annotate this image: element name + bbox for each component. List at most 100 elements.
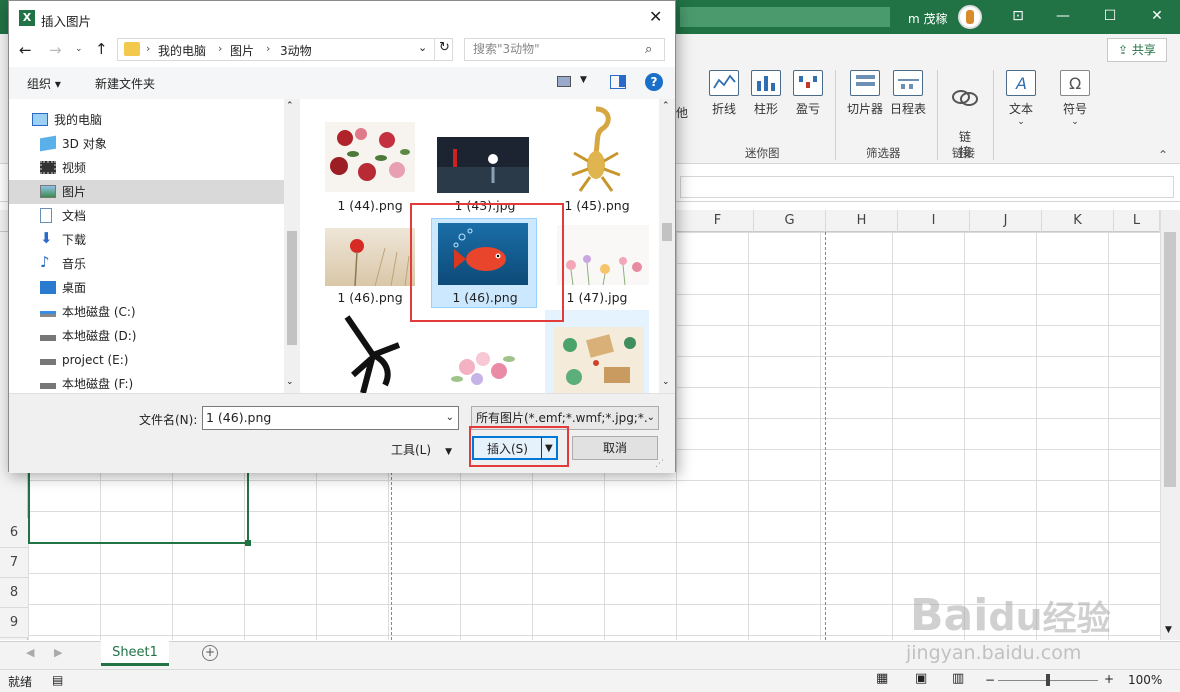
row-header-7[interactable]: 7 (0, 548, 28, 578)
tab-next-icon[interactable]: ▶ (54, 646, 62, 659)
file-name[interactable]: 1 (44).png (315, 198, 425, 213)
tree-item-3d-objects[interactable]: 3D 对象 (34, 132, 294, 156)
up-icon[interactable]: ↑ (95, 40, 108, 58)
collapse-ribbon-icon[interactable]: ⌃ (1158, 148, 1168, 162)
excel-search-box[interactable] (680, 7, 890, 27)
file-thumb-swordfish[interactable] (333, 315, 405, 393)
tree-item-drive-e[interactable]: project (E:) (34, 348, 294, 372)
breadcrumb-item[interactable]: 我的电脑 (158, 42, 206, 59)
sparkline-column-button[interactable]: 柱形 (744, 70, 788, 117)
tree-item-downloads[interactable]: ⬇ 下载 (34, 228, 294, 252)
scroll-down-icon[interactable]: ⌄ (286, 377, 294, 387)
files-scrollbar[interactable]: ⌃ ⌄ (659, 99, 675, 393)
recent-dropdown-icon[interactable]: ⌄ (75, 44, 83, 54)
address-bar[interactable]: › 我的电脑 › 图片 › 3动物 ⌄ ↻ (117, 38, 453, 61)
tree-item-desktop[interactable]: 桌面 (34, 276, 294, 300)
zoom-level[interactable]: 100% (1128, 673, 1162, 687)
tree-item-videos[interactable]: 视频 (34, 156, 294, 180)
zoom-slider[interactable] (998, 674, 1098, 686)
filetype-dropdown-icon[interactable]: ⌄ (646, 407, 655, 429)
filename-input[interactable]: 1 (46).png ⌄ (202, 406, 459, 430)
timeline-button[interactable]: 日程表 (886, 70, 930, 117)
selected-cell[interactable] (28, 468, 251, 546)
sparkline-column-label: 柱形 (753, 102, 778, 116)
ribbon-separator (937, 70, 938, 160)
tree-item-my-computer[interactable]: 我的电脑 (26, 108, 286, 132)
file-thumb-red-flower[interactable] (325, 228, 415, 286)
tree-item-drive-f[interactable]: 本地磁盘 (F:) (34, 372, 294, 393)
file-thumb-night-lake[interactable] (437, 137, 529, 193)
tree-item-drive-c[interactable]: 本地磁盘 (C:) (34, 300, 294, 324)
tree-item-documents[interactable]: 文档 (34, 204, 294, 228)
column-header-j[interactable]: J (970, 210, 1042, 232)
sparkline-line-button[interactable]: 折线 (702, 70, 746, 117)
tree-scrollbar[interactable]: ⌃ ⌄ (284, 99, 300, 393)
tree-item-drive-d[interactable]: 本地磁盘 (D:) (34, 324, 294, 348)
page-break-view-icon[interactable]: ▥ (952, 671, 964, 686)
breadcrumb-item[interactable]: 图片 (230, 42, 254, 59)
symbol-button[interactable]: Ω 符号 ⌄ (1053, 70, 1097, 127)
view-options-icon[interactable] (557, 76, 571, 87)
column-header-f[interactable]: F (682, 210, 754, 232)
scroll-thumb[interactable] (287, 231, 297, 345)
search-input[interactable]: 搜索"3动物" ⌕ (464, 38, 665, 61)
row-header-6[interactable]: 6 (0, 518, 28, 548)
preview-pane-icon[interactable] (610, 75, 626, 89)
column-header-h[interactable]: H (826, 210, 898, 232)
close-icon[interactable]: ✕ (1142, 8, 1172, 24)
file-thumb-pink-flowers[interactable] (437, 339, 527, 393)
dialog-close-icon[interactable]: ✕ (649, 7, 662, 26)
row-header-8[interactable]: 8 (0, 578, 28, 608)
maximize-icon[interactable]: ☐ (1095, 8, 1125, 24)
column-header-g[interactable]: G (754, 210, 826, 232)
help-icon[interactable]: ? (645, 73, 663, 91)
file-thumb-golden-scorpion[interactable] (566, 103, 626, 195)
breadcrumb-item[interactable]: 3动物 (280, 42, 312, 59)
tree-item-pictures[interactable]: 图片 (34, 180, 294, 204)
scroll-up-icon[interactable]: ⌃ (662, 101, 670, 111)
resize-grip-icon[interactable]: ⋰ (655, 459, 664, 469)
file-name[interactable]: 1 (46).png (315, 290, 425, 305)
zoom-out-icon[interactable]: − (985, 673, 995, 687)
scroll-down-icon[interactable]: ⌄ (662, 377, 670, 387)
scroll-down-icon[interactable]: ▼ (1165, 625, 1172, 635)
macro-record-icon[interactable]: ▤ (52, 673, 63, 687)
text-button[interactable]: A 文本 ⌄ (999, 70, 1043, 127)
new-folder-button[interactable]: 新建文件夹 (95, 75, 155, 92)
zoom-in-icon[interactable]: + (1104, 672, 1114, 686)
minimize-icon[interactable]: — (1048, 8, 1078, 24)
file-thumb-roses[interactable] (325, 122, 415, 192)
sparkline-winloss-button[interactable]: 盈亏 (786, 70, 830, 117)
scroll-up-icon[interactable]: ⌃ (286, 101, 294, 111)
filename-dropdown-icon[interactable]: ⌄ (446, 407, 454, 429)
avatar[interactable] (958, 5, 982, 29)
organize-button[interactable]: 组织 ▾ (27, 75, 61, 92)
slicer-button[interactable]: 切片器 (843, 70, 887, 117)
address-dropdown-icon[interactable]: ⌄ (418, 41, 427, 54)
page-layout-icon[interactable]: ▣ (915, 671, 927, 686)
vertical-scrollbar[interactable]: ▼ (1160, 210, 1180, 640)
view-dropdown-icon[interactable]: ▼ (580, 75, 587, 85)
row-header-9[interactable]: 9 (0, 608, 28, 638)
tab-prev-icon[interactable]: ◀ (26, 646, 34, 659)
column-header-k[interactable]: K (1042, 210, 1114, 232)
normal-view-icon[interactable]: ▦ (876, 671, 888, 686)
tools-button[interactable]: 工具(L) ▼ (391, 441, 452, 458)
forward-icon[interactable]: → (49, 41, 62, 59)
refresh-icon[interactable]: ↻ (439, 40, 450, 55)
tab-sheet1[interactable]: Sheet1 (101, 641, 169, 666)
file-thumb-watercolor-flowers[interactable] (557, 225, 649, 285)
scroll-thumb[interactable] (662, 223, 672, 241)
add-sheet-icon[interactable]: + (202, 645, 218, 661)
tree-item-music[interactable]: ♪ 音乐 (34, 252, 294, 276)
share-button[interactable]: ⇪ 共享 (1107, 38, 1167, 62)
column-header-i[interactable]: I (898, 210, 970, 232)
formula-input[interactable] (680, 176, 1174, 198)
file-thumb-table-items[interactable] (554, 327, 644, 393)
column-header-l[interactable]: L (1114, 210, 1160, 232)
back-icon[interactable]: ← (19, 41, 32, 59)
cancel-button[interactable]: 取消 (572, 436, 658, 460)
ribbon-display-icon[interactable]: ⊡ (1003, 8, 1033, 24)
group-links: 链接 (952, 146, 975, 160)
scroll-thumb[interactable] (1164, 232, 1176, 487)
